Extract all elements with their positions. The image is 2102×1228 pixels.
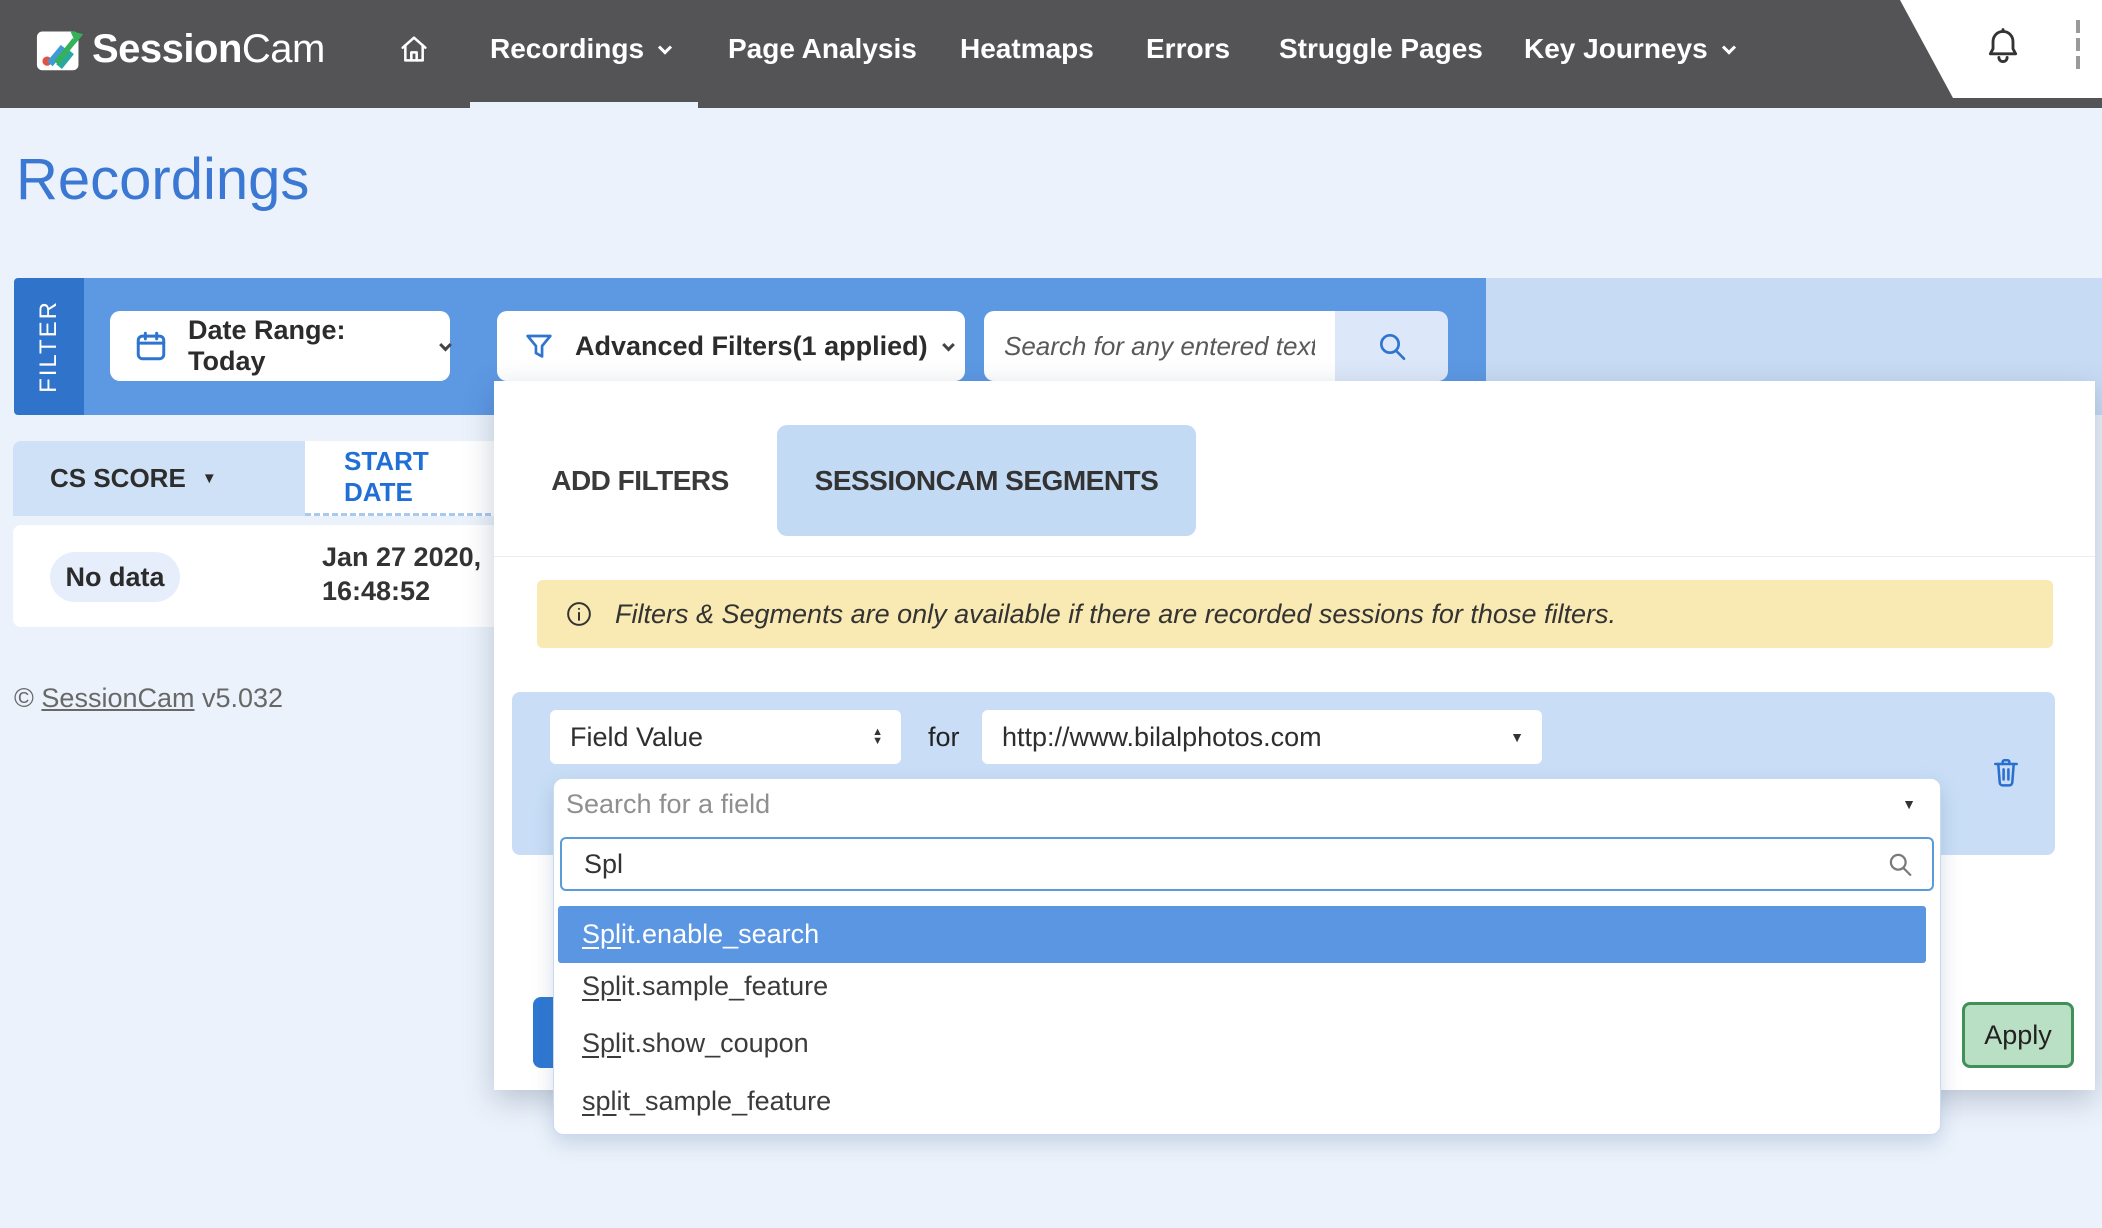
delete-filter-button[interactable] xyxy=(1990,754,2022,790)
spinner-arrows-icon: ▲▼ xyxy=(872,728,883,746)
column-header-cs-score[interactable]: CS SCORE ▼ xyxy=(13,441,305,516)
top-nav: SessionCam Recordings Page Analysis Heat… xyxy=(0,0,2102,108)
dropdown-arrow-icon: ▼ xyxy=(1510,729,1524,745)
sessioncam-logo-icon[interactable] xyxy=(36,24,84,76)
field-search-input[interactable] xyxy=(562,849,1886,880)
start-date-value: Jan 27 2020, 16:48:52 xyxy=(322,540,481,608)
field-search-dropdown: Search for a field ▼ Split.enable_search… xyxy=(553,778,1941,1135)
funnel-icon xyxy=(523,330,555,362)
nav-struggle-pages-label: Struggle Pages xyxy=(1279,33,1483,65)
table-row[interactable]: No data Jan 27 2020, 16:48:52 xyxy=(13,525,500,627)
chevron-down-icon xyxy=(1722,41,1736,55)
chevron-down-icon xyxy=(658,41,672,55)
brand-wordmark[interactable]: SessionCam xyxy=(92,0,325,98)
tab-add-filters[interactable]: ADD FILTERS xyxy=(530,425,750,536)
nav-recordings[interactable]: Recordings xyxy=(490,0,670,98)
option-split-enable-search[interactable]: Split.enable_search xyxy=(558,906,1926,963)
sessioncam-link[interactable]: SessionCam xyxy=(41,683,194,713)
brand-light: Cam xyxy=(242,27,325,72)
search-button[interactable] xyxy=(1335,311,1448,381)
start-date-line1: Jan 27 2020, xyxy=(322,540,481,574)
text-search xyxy=(984,311,1448,381)
calendar-icon xyxy=(134,329,168,363)
date-range-button[interactable]: Date Range: Today xyxy=(110,311,450,381)
start-date-line2: 16:48:52 xyxy=(322,574,481,608)
nav-heatmaps[interactable]: Heatmaps xyxy=(960,0,1094,98)
page-title: Recordings xyxy=(16,146,309,213)
column-header-start-date[interactable]: START DATE xyxy=(305,441,500,516)
field-search-box xyxy=(560,837,1934,891)
option-split-sample-feature-underscore[interactable]: split_sample_feature xyxy=(558,1073,1926,1130)
version-footer: © SessionCam v5.032 xyxy=(14,683,283,714)
option-split-sample-feature[interactable]: Split.sample_feature xyxy=(558,958,1926,1015)
option-rest: it.enable_search xyxy=(621,919,819,949)
chevron-down-icon xyxy=(942,338,955,351)
option-rest: it.sample_feature xyxy=(621,971,828,1001)
apply-button[interactable]: Apply xyxy=(1962,1002,2074,1068)
search-input[interactable] xyxy=(984,311,1335,381)
option-split-show-coupon[interactable]: Split.show_coupon xyxy=(558,1015,1926,1072)
nav-key-journeys-label: Key Journeys xyxy=(1524,33,1708,65)
filter-side-tab-label: FILTER xyxy=(35,300,63,393)
search-icon xyxy=(1376,330,1408,362)
cs-score-badge: No data xyxy=(50,552,180,602)
cs-score-header-label: CS SCORE xyxy=(50,463,186,494)
home-icon xyxy=(398,33,430,65)
info-banner-text: Filters & Segments are only available if… xyxy=(615,599,1616,630)
nav-page-analysis[interactable]: Page Analysis xyxy=(728,0,917,98)
chevron-down-icon xyxy=(439,338,452,351)
notifications-bell-icon[interactable] xyxy=(1984,26,2022,68)
site-select-value: http://www.bilalphotos.com xyxy=(1002,722,1510,753)
apply-button-label: Apply xyxy=(1984,1020,2052,1051)
nav-home[interactable] xyxy=(398,0,430,98)
advanced-filters-button[interactable]: Advanced Filters(1 applied) xyxy=(497,311,965,381)
field-select-placeholder: Search for a field xyxy=(566,789,1902,820)
brand-bold: Session xyxy=(92,27,242,72)
advanced-filters-label: Advanced Filters(1 applied) xyxy=(575,331,928,362)
option-match-prefix: spl xyxy=(582,1086,617,1116)
date-range-label: Date Range: Today xyxy=(188,315,425,377)
nav-heatmaps-label: Heatmaps xyxy=(960,33,1094,65)
tab-sessioncam-segments[interactable]: SESSIONCAM SEGMENTS xyxy=(777,425,1196,536)
option-rest: it_sample_feature xyxy=(617,1086,832,1116)
nav-struggle-pages[interactable]: Struggle Pages xyxy=(1279,0,1483,98)
more-menu-icon[interactable] xyxy=(2076,20,2080,74)
field-type-value: Field Value xyxy=(570,722,872,753)
nav-errors-label: Errors xyxy=(1146,33,1230,65)
tab-sessioncam-segments-label: SESSIONCAM SEGMENTS xyxy=(815,465,1159,497)
sort-descending-icon: ▼ xyxy=(202,470,217,487)
site-select[interactable]: http://www.bilalphotos.com ▼ xyxy=(982,710,1542,764)
field-select-display[interactable]: Search for a field ▼ xyxy=(554,779,1940,829)
active-tab-indicator xyxy=(470,102,698,108)
nav-page-analysis-label: Page Analysis xyxy=(728,33,917,65)
for-label: for xyxy=(928,722,960,753)
info-icon xyxy=(565,600,593,628)
filter-side-tab[interactable]: FILTER xyxy=(14,278,84,415)
tabs-divider xyxy=(494,556,2095,557)
search-icon xyxy=(1886,850,1932,878)
copyright-symbol: © xyxy=(14,683,34,713)
recordings-page: SessionCam Recordings Page Analysis Heat… xyxy=(0,0,2102,1228)
option-match-prefix: Spl xyxy=(582,919,621,949)
start-date-header-label: START DATE xyxy=(344,446,500,508)
info-banner: Filters & Segments are only available if… xyxy=(537,580,2053,648)
nav-recordings-label: Recordings xyxy=(490,33,644,65)
option-rest: it.show_coupon xyxy=(621,1028,809,1058)
field-type-select[interactable]: Field Value ▲▼ xyxy=(550,710,901,764)
version-label: v5.032 xyxy=(202,683,283,713)
nav-key-journeys[interactable]: Key Journeys xyxy=(1524,0,1734,98)
nav-errors[interactable]: Errors xyxy=(1146,0,1230,98)
dropdown-arrow-icon: ▼ xyxy=(1902,796,1916,812)
option-match-prefix: Spl xyxy=(582,1028,621,1058)
option-match-prefix: Spl xyxy=(582,971,621,1001)
tab-add-filters-label: ADD FILTERS xyxy=(551,465,729,497)
